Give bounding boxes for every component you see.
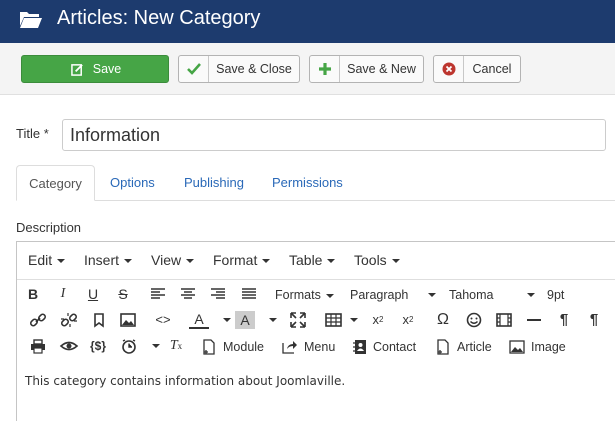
tab-options[interactable]: Options — [110, 165, 155, 201]
strikethrough-icon[interactable]: S — [113, 285, 133, 303]
superscript-icon[interactable]: x2 — [398, 311, 418, 329]
cancel-icon — [434, 56, 464, 82]
article-button[interactable]: Article — [435, 338, 492, 356]
image-icon[interactable] — [118, 311, 138, 329]
module-button[interactable]: Module — [201, 338, 264, 356]
tab-bar: Category Options Publishing Permissions — [16, 165, 615, 201]
chevron-down-icon[interactable] — [428, 293, 436, 297]
tab-permissions[interactable]: Permissions — [272, 165, 343, 201]
rich-text-editor: Edit Insert View Format Table Tools B I … — [16, 241, 615, 421]
menu-insert[interactable]: Insert — [84, 252, 133, 268]
visual-chars-icon[interactable]: ¶ — [584, 311, 604, 329]
block-format-dropdown[interactable]: Paragraph — [350, 286, 408, 304]
menu-table[interactable]: Table — [289, 252, 336, 268]
contact-button[interactable]: Contact — [353, 338, 416, 356]
menu-format[interactable]: Format — [213, 252, 271, 268]
align-center-icon[interactable] — [178, 285, 198, 303]
plus-icon — [310, 56, 340, 82]
page-title: Articles: New Category — [57, 7, 261, 29]
subscript-icon[interactable]: x2 — [368, 311, 388, 329]
save-button[interactable]: Save — [21, 55, 169, 83]
ltr-direction-icon[interactable]: ¶ — [554, 311, 574, 329]
clear-formatting-icon[interactable]: Tx — [166, 337, 186, 355]
page-header: Articles: New Category — [0, 0, 615, 43]
emoticons-icon[interactable] — [464, 311, 484, 329]
title-input[interactable]: Information — [62, 119, 606, 151]
underline-icon[interactable]: U — [83, 285, 103, 303]
save-close-label: Save & Close — [216, 62, 292, 76]
bold-icon[interactable]: B — [23, 285, 43, 303]
edit-icon — [69, 56, 87, 82]
picture-icon — [509, 340, 525, 354]
menu-button[interactable]: Menu — [282, 338, 335, 356]
tab-publishing[interactable]: Publishing — [184, 165, 244, 201]
font-family-dropdown[interactable]: Tahoma — [449, 286, 493, 304]
special-character-icon[interactable]: Ω — [433, 311, 453, 329]
check-icon — [179, 56, 209, 82]
italic-icon[interactable]: I — [53, 285, 73, 303]
tab-category[interactable]: Category — [16, 165, 95, 201]
save-close-button[interactable]: Save & Close — [178, 55, 300, 83]
horizontal-rule-icon[interactable] — [524, 311, 544, 329]
editor-menubar: Edit Insert View Format Table Tools — [17, 242, 615, 280]
cancel-label: Cancel — [472, 62, 512, 76]
chevron-down-icon[interactable] — [269, 318, 277, 322]
folder-open-icon — [20, 12, 42, 28]
chevron-down-icon[interactable] — [527, 293, 535, 297]
clock-icon[interactable] — [119, 337, 139, 355]
align-left-icon[interactable] — [148, 285, 168, 303]
text-color-icon[interactable]: A — [189, 311, 209, 329]
file-add-icon — [203, 339, 215, 355]
align-right-icon[interactable] — [208, 285, 228, 303]
chevron-down-icon[interactable] — [152, 344, 160, 348]
menu-view[interactable]: View — [151, 252, 195, 268]
description-label: Description — [16, 220, 82, 235]
image-button[interactable]: Image — [509, 338, 566, 356]
fullscreen-icon[interactable] — [288, 311, 308, 329]
chevron-down-icon[interactable] — [223, 318, 231, 322]
font-size-dropdown[interactable]: 9pt — [547, 286, 564, 304]
chevron-down-icon[interactable] — [350, 318, 358, 322]
share-icon — [282, 341, 297, 354]
print-icon[interactable] — [28, 337, 48, 355]
title-label: Title * — [16, 126, 49, 141]
save-new-label: Save & New — [347, 62, 416, 76]
bookmark-icon[interactable] — [89, 311, 109, 329]
code-icon[interactable]: <> — [153, 311, 173, 329]
preview-icon[interactable] — [59, 337, 79, 355]
save-label: Save — [92, 62, 122, 76]
template-icon[interactable]: {$} — [88, 337, 108, 355]
file-add-icon — [437, 339, 449, 355]
menu-edit[interactable]: Edit — [28, 252, 66, 268]
table-icon[interactable] — [324, 311, 344, 329]
align-justify-icon[interactable] — [239, 285, 259, 303]
formats-dropdown[interactable]: Formats — [275, 286, 334, 304]
editor-content[interactable]: This category contains information about… — [25, 374, 345, 388]
menu-tools[interactable]: Tools — [354, 252, 400, 268]
unlink-icon[interactable] — [59, 311, 79, 329]
link-icon[interactable] — [28, 311, 48, 329]
address-book-icon — [353, 340, 366, 354]
save-new-button[interactable]: Save & New — [309, 55, 424, 83]
media-icon[interactable] — [494, 311, 514, 329]
action-toolbar: Save Save & Close Save & New Cancel — [0, 43, 615, 95]
background-color-icon[interactable]: A — [235, 311, 255, 329]
cancel-button[interactable]: Cancel — [433, 55, 521, 83]
